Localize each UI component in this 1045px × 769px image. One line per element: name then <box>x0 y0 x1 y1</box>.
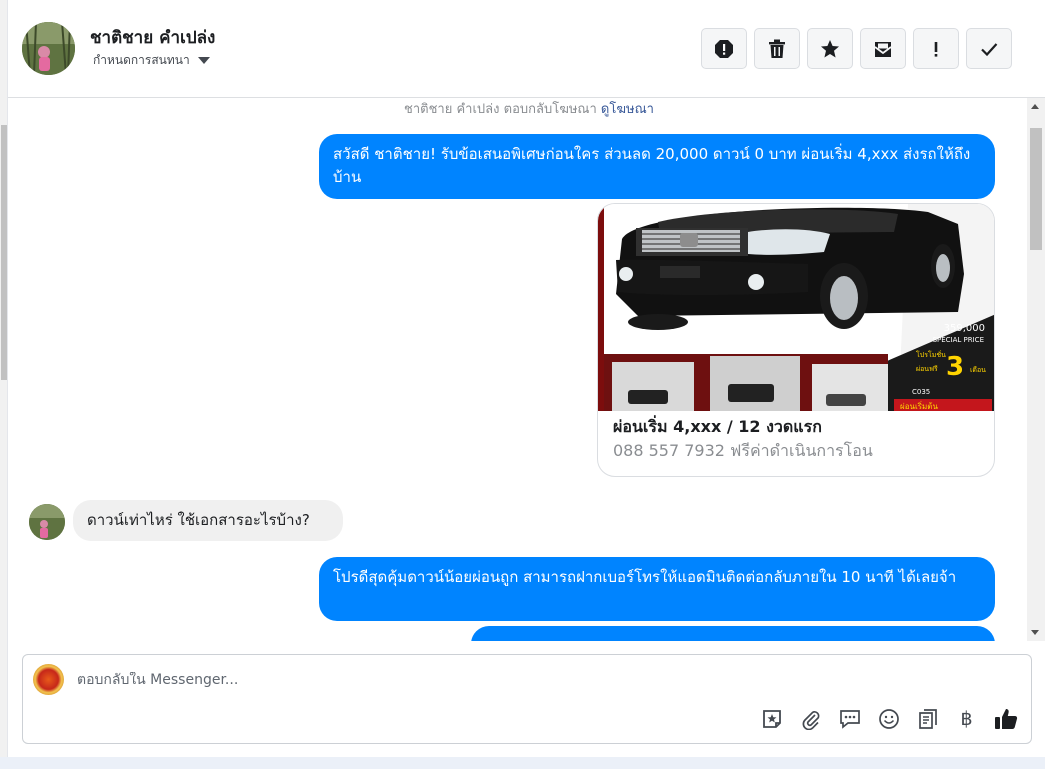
ad-reply-text: ชาติชาย คำเปล่ง ตอบกลับโฆษณา <box>404 102 597 117</box>
left-scrollbar-thumb[interactable] <box>1 125 7 380</box>
conversation-actions <box>701 28 1012 69</box>
notes-button[interactable] <box>914 705 941 732</box>
footer-band <box>0 757 1045 769</box>
attachment-icon <box>802 710 819 730</box>
ad-code: C035 <box>912 388 930 396</box>
composer-tools: ฿ <box>758 705 1019 732</box>
message-composer: ฿ <box>22 654 1032 744</box>
emoji-icon <box>878 708 899 729</box>
message-bubble-outgoing: สวัสดี ชาติชาย! รับข้อเสนอพิเศษก่อนใคร ส… <box>319 134 995 199</box>
like-icon <box>994 708 1017 729</box>
message-thread: ชาติชาย คำเปล่ง ตอบกลับโฆษณา ดูโฆษณา สวั… <box>8 98 1030 641</box>
ad-promo-label: โปรโมชั่น <box>916 350 946 359</box>
assign-conversation-dropdown[interactable]: กำหนดการสนทนา <box>93 51 210 70</box>
ad-price-label: SPECIAL PRICE <box>933 336 984 344</box>
contact-avatar-small <box>29 504 65 540</box>
mark-done-button[interactable] <box>966 28 1012 69</box>
view-ad-link[interactable]: ดูโฆษณา <box>601 102 654 117</box>
thread-scrollbar[interactable] <box>1027 98 1045 641</box>
ad-promo-unit: เดือน <box>970 366 986 374</box>
ad-card-subtitle: 088 557 7932 ฟรีค่าดำเนินการโอน <box>613 441 873 460</box>
sticker-icon <box>762 709 781 728</box>
assign-label: กำหนดการสนทนา <box>93 53 190 67</box>
avatar-photo-icon <box>22 22 75 75</box>
message-bubble-incoming: ดาวน์เท่าไหร่ ใช้เอกสารอะไรบ้าง? <box>73 500 343 541</box>
saved-reply-icon <box>839 709 860 729</box>
saved-replies-button[interactable] <box>836 705 863 732</box>
trash-icon <box>769 39 785 58</box>
scroll-down-arrow-icon[interactable] <box>1031 630 1039 635</box>
star-button[interactable] <box>807 28 853 69</box>
ad-image: 359,000 SPECIAL PRICE โปรโมชั่น ผ่อนฟรี … <box>598 204 994 411</box>
delete-button[interactable] <box>754 28 800 69</box>
emoji-button[interactable] <box>875 705 902 732</box>
thread-scrollbar-thumb[interactable] <box>1030 128 1042 250</box>
mark-important-button[interactable] <box>913 28 959 69</box>
ad-card-title: ผ่อนเริ่ม 4,xxx / 12 งวดแรก <box>613 417 822 436</box>
contact-name[interactable]: ชาติชาย คำเปล่ง <box>90 24 215 51</box>
page-profile-icon <box>33 664 64 695</box>
check-icon <box>981 42 998 56</box>
notes-icon <box>918 708 937 729</box>
scroll-up-arrow-icon[interactable] <box>1031 104 1039 109</box>
avatar-photo-icon <box>29 504 65 540</box>
like-button[interactable] <box>992 705 1019 732</box>
message-bubble-outgoing-partial <box>471 626 995 641</box>
star-icon <box>821 39 839 57</box>
reply-input[interactable] <box>77 672 977 688</box>
mark-spam-button[interactable] <box>701 28 747 69</box>
ad-promo-free: ผ่อนฟรี <box>916 365 938 373</box>
inbox-conversation: ชาติชาย คำเปล่ง กำหนดการสนทนา ชาติชาย คำ… <box>0 0 1045 769</box>
sticker-button[interactable] <box>758 705 785 732</box>
payment-icon: ฿ <box>960 707 973 730</box>
conversation-header: ชาติชาย คำเปล่ง กำหนดการสนทนา <box>8 0 1045 98</box>
ad-promo-months: 3 <box>946 352 964 382</box>
payment-button[interactable]: ฿ <box>953 705 980 732</box>
ad-reply-note: ชาติชาย คำเปล่ง ตอบกลับโฆษณา ดูโฆษณา <box>8 98 1030 119</box>
chevron-down-icon <box>197 57 210 64</box>
ad-price: 359,000 <box>944 323 985 334</box>
left-scrollbar[interactable] <box>0 0 8 769</box>
ad-card[interactable]: 359,000 SPECIAL PRICE โปรโมชั่น ผ่อนฟรี … <box>597 203 995 477</box>
mark-unread-button[interactable] <box>860 28 906 69</box>
message-bubble-outgoing: โปรดีสุดคุ้มดาวน์น้อยผ่อนถูก สามารถฝากเบ… <box>319 557 995 621</box>
ad-band-text: ผ่อนเริ่มต้น <box>900 400 938 411</box>
mail-icon <box>874 41 892 57</box>
spam-icon <box>715 39 733 58</box>
contact-avatar[interactable] <box>22 22 75 75</box>
important-icon <box>934 41 938 57</box>
attach-file-button[interactable] <box>797 705 824 732</box>
